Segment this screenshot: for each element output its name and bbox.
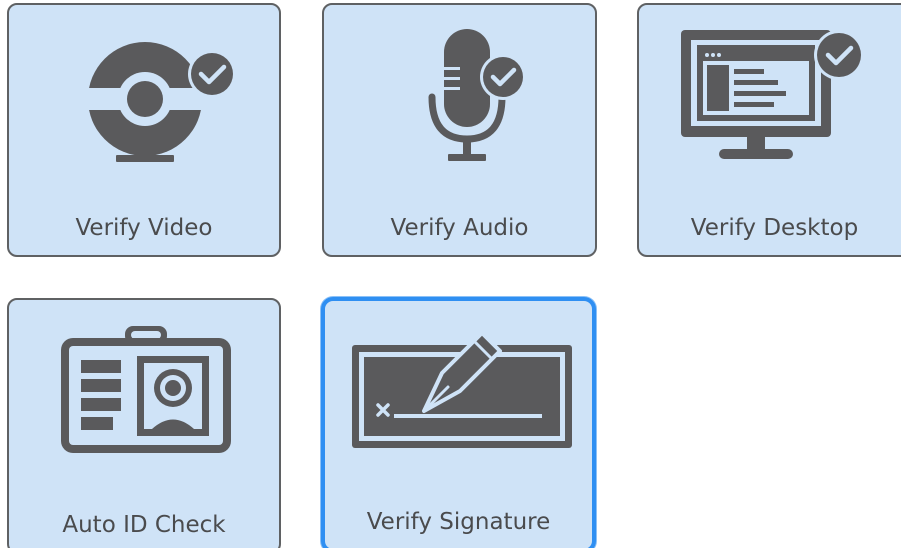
microphone-check-icon [324,5,595,185]
auto-id-check-label: Auto ID Check [62,512,226,538]
verify-audio-tile[interactable]: Verify Audio [322,3,597,257]
verify-desktop-label: Verify Desktop [690,215,859,241]
verify-audio-label: Verify Audio [390,215,529,241]
verify-video-label: Verify Video [75,215,213,241]
webcam-check-icon [9,5,279,185]
id-badge-icon [9,300,279,480]
verify-video-tile[interactable]: Verify Video [7,3,281,257]
auto-id-check-tile[interactable]: Auto ID Check [7,298,281,548]
monitor-check-icon [639,5,901,185]
verify-signature-label: Verify Signature [366,509,551,535]
signature-pen-icon [325,301,592,481]
verify-desktop-tile[interactable]: Verify Desktop [637,3,901,257]
verify-signature-tile[interactable]: Verify Signature [321,297,596,548]
